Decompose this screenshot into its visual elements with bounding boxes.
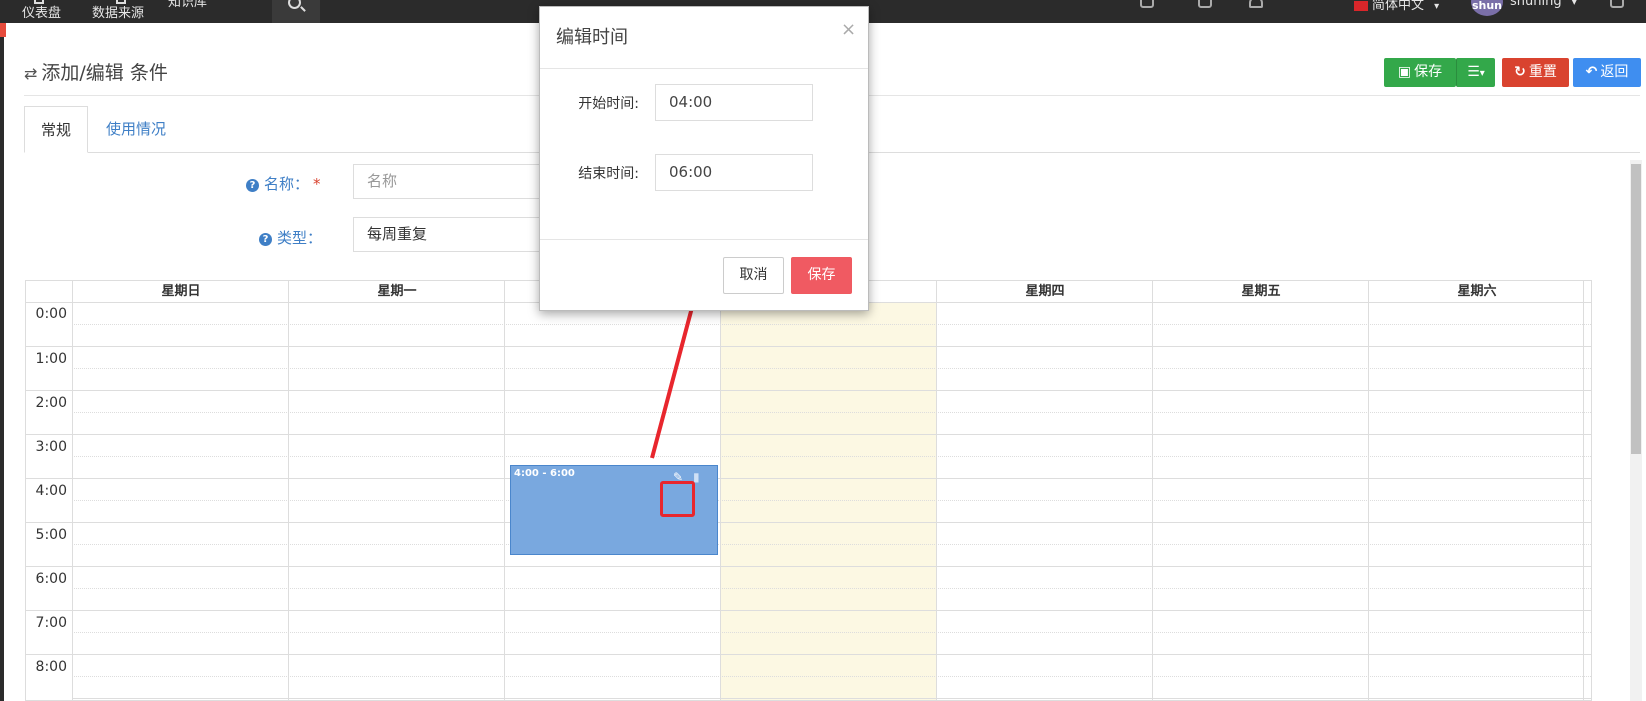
edit-time-dialog: 编辑时间 × 开始时间: 04:00 结束时间: 06:00 取消 保存 [539,6,869,311]
page-scrollbar[interactable] [1630,160,1642,701]
end-time-input[interactable]: 06:00 [655,154,813,191]
scrollbar-thumb[interactable] [1631,164,1641,454]
cancel-button[interactable]: 取消 [723,257,784,294]
start-time-input[interactable]: 04:00 [655,84,813,121]
start-time-label: 开始时间: [578,96,639,112]
end-time-label: 结束时间: [578,166,639,182]
dialog-save-button[interactable]: 保存 [791,257,852,294]
dialog-footer-divider [540,239,868,240]
dialog-title: 编辑时间 [556,27,628,48]
close-icon[interactable]: × [841,19,856,40]
dialog-header-divider [540,68,868,69]
annotation-arrow-shaft [650,299,696,459]
